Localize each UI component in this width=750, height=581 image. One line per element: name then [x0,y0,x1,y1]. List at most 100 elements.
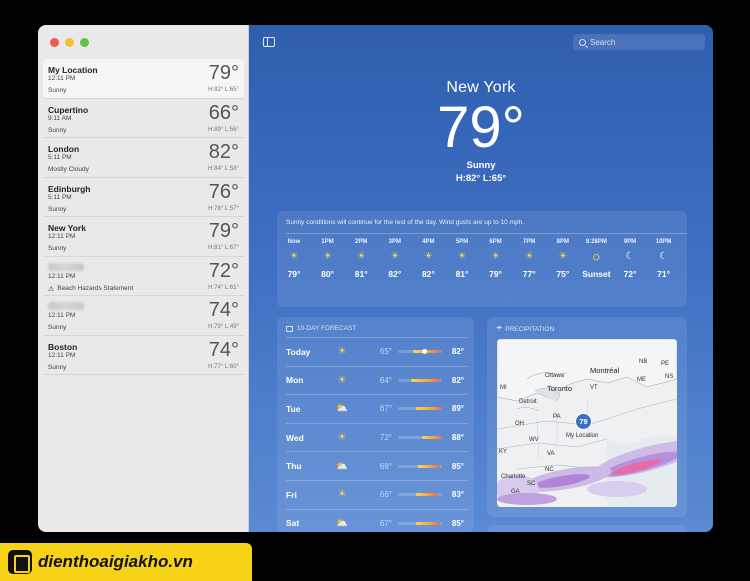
hour-label: 1PM [321,239,334,245]
forecast-row[interactable]: Sat ⛅ 67° 85° [286,508,468,532]
location-high-low: H:89° L:56° [208,126,239,133]
temperature-range-fill [417,464,440,468]
precipitation-header: ☂ PRECIPITATION [496,325,554,334]
hour-label: 10PM [655,239,672,245]
location-name: Cupertino [48,104,89,115]
forecast-row[interactable]: Tue ⛅ 67° 89° [286,394,468,423]
current-temp-dot [421,349,427,355]
forecast-high: 88° [451,433,464,443]
condition-text: Sunny [48,87,67,94]
forecast-row[interactable]: Wed ☀ 72° 88° [286,422,468,452]
calendar-icon [286,325,293,332]
map-label: PE [661,361,670,367]
location-condition: Mostly Cloudy [48,166,89,173]
forecast-day: Fri [286,489,297,500]
temperature-range-bar [398,407,442,411]
my-location-pin[interactable]: 79 [575,413,592,430]
temperature-range-bar [398,436,442,440]
search-icon [579,38,586,46]
hour-temperature: 79° [489,269,503,279]
hour-label: Now [287,239,301,245]
map-label: VA [547,451,555,457]
sun-icon: ☀ [323,251,333,262]
location-row[interactable]: Cupertino 9:11 AM Sunny 66° H:89° L:56° [43,99,244,138]
divider [286,233,687,234]
location-row[interactable]: Boston 12:11 PM Sunny 74° H:77° L:60° [43,336,244,375]
sun-icon: ☀ [289,251,299,262]
location-row[interactable]: 12:11 PM ⚠ Beach Hazards Statement 72° H:74°… [43,257,244,296]
location-condition: Sunny [48,324,66,331]
sun-icon: ☀ [337,374,347,386]
location-time: 12:11 PM [48,233,76,240]
temperature-range-fill [422,436,442,440]
location-row[interactable]: London 5:11 PM Mostly Cloudy 82° H:84° L:58° [43,138,244,178]
location-time: 12:11 PM [48,312,76,319]
location-condition: Sunny [48,364,66,371]
high-low: H:82° L:65° [455,173,507,184]
hour-label: 8:28PM [585,239,607,245]
forecast-day: Sat [286,518,300,529]
hour-cell: 4PM ☀ 82° [410,239,446,279]
weather-app-window: My Location 12:11 PM Sunny 79° H:82° L:65° Cu… [38,25,713,532]
ten-day-forecast-panel[interactable]: 10-DAY FORECAST Today ☀ 65° 82° Mon ☀ 64° 82° Tu… [277,317,474,532]
location-row[interactable]: My Location 12:11 PM Sunny 79° H:82° L:65° [43,59,244,99]
warning-icon: ⚠ [48,285,55,293]
current-temperature: 79° [437,95,525,160]
forecast-day: Tue [286,403,301,414]
temperature-range-bar [398,378,442,382]
sun-icon: ☀ [457,251,467,262]
map-label: NB [639,359,648,365]
hour-temperature: 79° [287,269,301,279]
location-name: New York [48,223,86,233]
temperature-range-fill [415,493,439,497]
hour-temperature: 77° [522,269,536,279]
map-label: PA [553,414,561,420]
map-label: Montréal [590,366,620,375]
forecast-day: Thu [286,461,302,472]
minimize-button[interactable] [65,38,74,47]
location-condition: ⚠ Beach Hazards Statement [48,285,133,293]
sun-icon: ☀ [491,251,501,262]
map-label: KY [499,449,508,455]
forecast-low: 65° [379,347,392,357]
forecast-row[interactable]: Mon ☀ 64° 82° [286,365,468,395]
location-time: 9:11 AM [48,114,72,122]
search-input[interactable]: Search [573,34,705,50]
precipitation-map[interactable]: NB PE NS Montréal Ottawa Toronto ME VT M… [497,339,677,507]
map-label: Toronto [547,384,573,393]
location-temperature: 74° [208,338,239,361]
hour-label: 5PM [455,239,469,245]
sidebar-toggle-icon[interactable] [263,37,275,47]
forecast-row[interactable]: Today ☀ 65° 82° [286,337,468,366]
hour-label: 8PM [556,239,569,245]
hour-label: 6PM [489,239,502,245]
location-row[interactable]: Edinburgh 5:11 PM Sunny 76° H:78° L:57° [43,178,244,217]
precipitation-panel[interactable]: ☂ PRECIPITATION NB PE NS Montréal Ottawa… [487,317,687,517]
location-row[interactable]: New York 12:11 PM Sunny 79° H:81° L:67° [43,217,244,257]
current-conditions: New York 79° Sunny H:82° L:65° [249,79,713,184]
forecast-low: 67° [379,404,392,414]
hour-temperature: 72° [623,269,637,279]
hour-temperature: Sunset [582,269,611,279]
moon-icon: ☾ [659,251,669,262]
condition-text: Sunny [48,363,67,371]
forecast-high: 85° [451,461,464,471]
hour-cell: 2PM ☀ 81° [343,239,379,279]
location-high-low: H:82° L:65° [208,87,239,93]
forecast-high: 82° [451,347,464,357]
forecast-row[interactable]: Fri ☀ 66° 83° [286,480,468,509]
close-button[interactable] [50,38,59,47]
location-name-redacted [48,262,84,273]
condition-text: Mostly Cloudy [48,166,89,173]
sun-icon: ☀ [337,432,347,444]
temperature-range-bar [398,493,442,497]
location-time: 5:11 PM [48,193,72,201]
map-label: Charlotte [501,474,526,480]
map-label: GA [511,489,520,495]
forecast-row[interactable]: Thu ⛅ 68° 85° [286,451,468,480]
location-row[interactable]: 12:11 PM Sunny 74° H:79° L:49° [43,296,244,336]
hourly-forecast-panel[interactable]: Sunny conditions will continue for the r… [277,211,687,307]
sun-icon: ☀ [337,489,347,501]
temperature-range-fill [411,378,440,382]
zoom-button[interactable] [80,38,89,47]
